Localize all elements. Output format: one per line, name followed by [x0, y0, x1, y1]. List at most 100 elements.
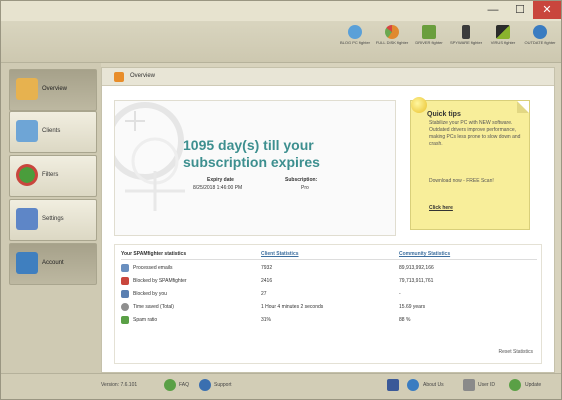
- account-icon: [16, 252, 38, 274]
- table-row: Spam ratio 31% 88 %: [121, 315, 537, 326]
- stat-name: Spam ratio: [133, 317, 158, 323]
- sidebar-item-label: Overview: [42, 86, 68, 92]
- divider: [121, 259, 537, 260]
- stat-client: 1 Hour 4 minutes 2 seconds: [261, 304, 324, 310]
- settings-icon: [16, 208, 38, 230]
- tool-label: SPYWARE fighter: [449, 40, 483, 45]
- quick-tips-download: Download now - FREE Scan!: [429, 178, 494, 184]
- expiry-label: Expiry date: [207, 177, 234, 183]
- about-us-link[interactable]: About Us: [423, 382, 444, 388]
- stat-community: 89,913,992,166: [399, 265, 434, 271]
- tool-label: BLOG PC fighter: [339, 40, 370, 45]
- community-stats-heading[interactable]: Community Statistics: [399, 251, 450, 257]
- block-icon: [121, 277, 129, 285]
- stat-client: 31%: [261, 317, 272, 323]
- reset-statistics-link[interactable]: Reset Statistics: [499, 349, 533, 355]
- stat-name: Blocked by you: [133, 291, 167, 297]
- sidebar-item-settings[interactable]: Settings: [9, 199, 97, 241]
- expiry-value: 8/25/2018 1:46:00 PM: [193, 185, 243, 191]
- click-here-link[interactable]: Click here: [429, 205, 453, 211]
- sidebar-item-account[interactable]: Account: [9, 243, 97, 285]
- sidebar-item-label: Settings: [42, 216, 64, 222]
- stat-community: 79,713,911,761: [399, 278, 434, 284]
- user-id-link[interactable]: User ID: [478, 382, 495, 388]
- stat-name: Time saved (Total): [133, 304, 174, 310]
- content-header: Overview: [102, 68, 554, 86]
- stats-heading: Your SPAMfighter statistics: [121, 251, 187, 257]
- user-id-icon: [463, 379, 475, 391]
- sidebar-item-label: Filters: [42, 172, 59, 178]
- sidebar-item-overview[interactable]: Overview: [9, 69, 97, 111]
- disk-pie-icon: [385, 25, 399, 39]
- status-bar: Version: 7.6.101 FAQ Support About Us Us…: [1, 373, 561, 399]
- mail-icon: [121, 264, 129, 272]
- faq-icon: [164, 379, 176, 391]
- lightbulb-icon: [411, 97, 427, 113]
- user-block-icon: [121, 290, 129, 298]
- clock-gauge-icon: [348, 25, 362, 39]
- subscription-label: Subscription:: [285, 177, 318, 183]
- quick-tips-note: Quick tips Stabilize your PC with NEW so…: [410, 97, 530, 230]
- stat-community: -: [399, 291, 401, 297]
- tool-virus-fighter[interactable]: VIRUS fighter: [485, 23, 521, 61]
- update-link[interactable]: Update: [525, 382, 541, 388]
- filters-icon: [16, 164, 38, 186]
- facebook-icon[interactable]: [387, 379, 399, 391]
- overview-header-icon: [114, 72, 124, 82]
- quick-tips-text: Stabilize your PC with NEW software. Out…: [429, 120, 521, 147]
- tool-outdate-fighter[interactable]: OUTDATE fighter: [522, 23, 558, 61]
- table-row: Blocked by you 27 -: [121, 289, 537, 300]
- support-icon: [199, 379, 211, 391]
- sidebar-item-label: Clients: [42, 128, 61, 134]
- tool-label: OUTDATE fighter: [524, 40, 556, 45]
- title-bar: — ☐ ✕: [1, 1, 561, 21]
- clock-icon: [121, 303, 129, 311]
- driver-gear-icon: [422, 25, 436, 39]
- table-row: Time saved (Total) 1 Hour 4 minutes 2 se…: [121, 302, 537, 313]
- product-toolbar: BLOG PC fighter FULL DISK fighter DRIVER…: [1, 21, 561, 63]
- update-icon: [509, 379, 521, 391]
- info-icon: [407, 379, 419, 391]
- clients-icon: [16, 120, 38, 142]
- outdate-icon: [533, 25, 547, 39]
- sidebar: Overview Clients Filters Settings Accoun…: [1, 63, 101, 373]
- tool-full-disk-fighter[interactable]: FULL DISK fighter: [374, 23, 410, 61]
- app-window: — ☐ ✕ BLOG PC fighter FULL DISK fighter …: [0, 0, 562, 400]
- stat-community: 15.69 years: [399, 304, 426, 310]
- main-content: Overview 1095 day(s) till your subscript…: [101, 67, 555, 373]
- stat-client: 7932: [261, 265, 273, 271]
- minimize-button[interactable]: —: [479, 1, 507, 19]
- subscription-headline: 1095 day(s) till your subscription expir…: [183, 137, 320, 170]
- maximize-button[interactable]: ☐: [506, 1, 534, 19]
- tool-label: FULL DISK fighter: [375, 40, 409, 45]
- subscription-value: Pro: [301, 185, 309, 191]
- support-link[interactable]: Support: [214, 382, 232, 388]
- version-text: Version: 7.6.101: [101, 382, 138, 388]
- stat-client: 2416: [261, 278, 273, 284]
- stat-name: Blocked by SPAMfighter: [133, 278, 187, 284]
- tool-label: VIRUS fighter: [490, 40, 516, 45]
- sidebar-item-filters[interactable]: Filters: [9, 155, 97, 197]
- stat-client: 27: [261, 291, 267, 297]
- sidebar-item-clients[interactable]: Clients: [9, 111, 97, 153]
- check-icon: [121, 316, 129, 324]
- overview-icon: [16, 78, 38, 100]
- page-title: Overview: [130, 73, 156, 79]
- virus-icon: [496, 25, 510, 39]
- faq-link[interactable]: FAQ: [179, 382, 189, 388]
- table-row: Blocked by SPAMfighter 2416 79,713,911,7…: [121, 276, 537, 287]
- statistics-table: Your SPAMfighter statistics Client Stati…: [114, 244, 542, 364]
- tool-blog-pc-fighter[interactable]: BLOG PC fighter: [337, 23, 373, 61]
- table-row: Processed emails 7932 89,913,992,166: [121, 263, 537, 274]
- sidebar-item-label: Account: [42, 260, 64, 266]
- stat-community: 88 %: [399, 317, 411, 323]
- quick-tips-title: Quick tips: [427, 111, 461, 118]
- subscription-panel: 1095 day(s) till your subscription expir…: [114, 100, 396, 236]
- tool-label: DRIVER fighter: [415, 40, 443, 45]
- tool-driver-fighter[interactable]: DRIVER fighter: [411, 23, 447, 61]
- close-button[interactable]: ✕: [533, 1, 561, 19]
- tool-spyware-fighter[interactable]: SPYWARE fighter: [448, 23, 484, 61]
- stat-name: Processed emails: [133, 265, 173, 271]
- client-stats-heading[interactable]: Client Statistics: [261, 251, 299, 257]
- spyware-icon: [462, 25, 470, 39]
